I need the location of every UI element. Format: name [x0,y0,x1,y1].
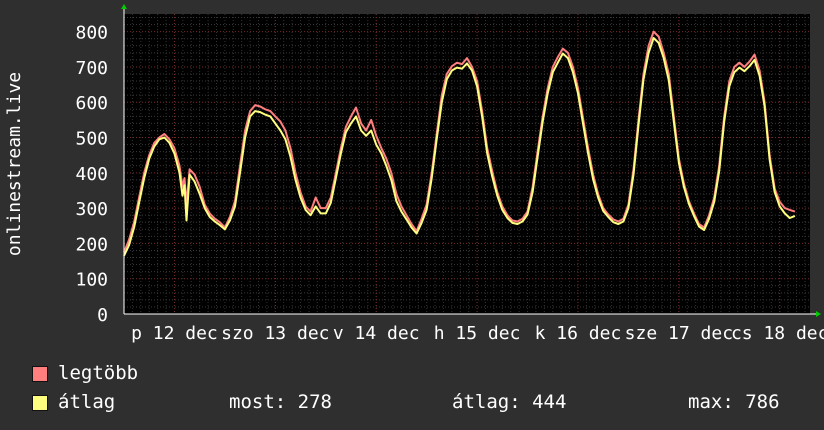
y-tick-label: 0 [97,305,108,326]
stat-average: átlag: 444 [452,391,567,413]
legend-swatch-avg [32,395,48,411]
legend-label-avg: átlag [58,391,116,413]
y-tick-label: 300 [75,199,108,220]
y-tick-label: 800 [75,23,108,44]
x-tick-label: szo 13 dec [221,323,329,344]
x-tick-label: k 16 dec [535,323,622,344]
y-tick-label: 200 [75,234,108,255]
x-tick-labels: p 12 dec szo 13 dec v 14 dec h 15 dec k 16 d… [131,323,824,344]
stat-max: max: 786 [688,391,780,413]
y-axis-arrow [121,4,127,9]
x-tick-label: v 14 dec [333,323,420,344]
y-axis-label: onlinestream.live [4,72,25,256]
y-tick-label: 400 [75,164,108,185]
y-tick-label: 100 [75,270,108,291]
x-tick-label: h 15 dec [434,323,521,344]
y-tick-label: 700 [75,58,108,79]
stat-current: most: 278 [229,391,332,413]
legend-swatch-max [32,366,48,382]
legend-label-max: legtöbb [58,362,139,384]
x-axis-arrow [816,311,821,317]
x-tick-label: cs 18 dec [731,323,824,344]
y-tick-label: 600 [75,93,108,114]
x-tick-label: sze 17 dec [625,323,733,344]
y-tick-label: 500 [75,129,108,150]
x-tick-label: p 12 dec [131,323,218,344]
y-tick-labels: 0 100 200 300 400 500 600 700 800 [75,23,108,326]
